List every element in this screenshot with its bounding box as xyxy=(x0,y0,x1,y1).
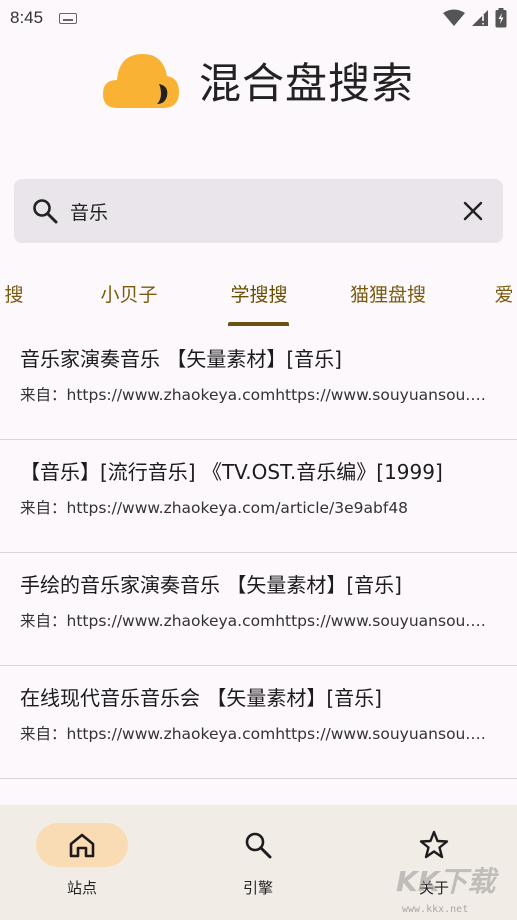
home-icon xyxy=(69,833,95,858)
watermark-logo: KK下载 xyxy=(396,865,496,898)
star-icon xyxy=(419,830,449,859)
search-icon xyxy=(33,199,58,224)
result-source: 来自：https://www.zhaokeya.comhttps://www.s… xyxy=(20,725,493,743)
app-header: 混合盘搜索 xyxy=(0,40,517,120)
battery-icon xyxy=(495,8,507,28)
keyboard-icon xyxy=(59,12,78,24)
watermark: KK下载 www.kkx.net xyxy=(396,860,514,918)
result-item[interactable]: 音乐家演奏音乐 【矢量素材】[音乐] 来自：https://www.zhaoke… xyxy=(0,327,517,440)
wifi-icon xyxy=(443,9,465,26)
app-title: 混合盘搜索 xyxy=(198,58,414,108)
result-title: 【音乐】[流行音乐] 《TV.OST.音乐编》[1999] xyxy=(20,460,443,484)
result-item[interactable]: 在线现代音乐音乐会 【矢量素材】[音乐] 来自：https://www.zhao… xyxy=(0,666,517,779)
search-icon xyxy=(245,832,272,859)
nav-label: 站点 xyxy=(66,879,97,897)
nav-pill xyxy=(36,823,128,867)
engine-tabs: 搜 小贝子 学搜搜 猫狸盘搜 爱 xyxy=(0,262,517,328)
watermark-url: www.kkx.net xyxy=(402,904,469,915)
cloud-logo-icon xyxy=(102,54,179,108)
status-time: 8:45 xyxy=(10,8,44,27)
search-input[interactable] xyxy=(70,200,461,222)
result-title: 在线现代音乐音乐会 【矢量素材】[音乐] xyxy=(20,686,382,710)
tab-souso[interactable]: 搜 xyxy=(0,262,34,324)
status-left: 8:45 xyxy=(10,8,78,28)
tab-xuesousou[interactable]: 学搜搜 xyxy=(220,262,298,324)
active-tab-indicator xyxy=(228,322,289,326)
search-bar[interactable] xyxy=(14,179,503,243)
result-title: 手绘的音乐家演奏音乐 【矢量素材】[音乐] xyxy=(20,573,402,597)
result-item[interactable]: 手绘的音乐家演奏音乐 【矢量素材】[音乐] 来自：https://www.zha… xyxy=(0,553,517,666)
result-source: 来自：https://www.zhaokeya.com/article/3e9a… xyxy=(20,499,409,517)
result-source: 来自：https://www.zhaokeya.comhttps://www.s… xyxy=(20,386,493,404)
status-bar: 8:45 xyxy=(0,0,517,36)
status-right xyxy=(443,8,507,28)
tab-maoli-pansou[interactable]: 猫狸盘搜 xyxy=(342,262,434,324)
nav-item-sites[interactable]: 站点 xyxy=(32,823,132,903)
nav-label: 引擎 xyxy=(242,879,273,897)
result-source: 来自：https://www.zhaokeya.comhttps://www.s… xyxy=(20,612,493,630)
close-icon[interactable] xyxy=(461,199,485,223)
result-title: 音乐家演奏音乐 【矢量素材】[音乐] xyxy=(20,347,342,371)
nav-item-engines[interactable]: 引擎 xyxy=(208,823,308,903)
tab-xiaobeizi[interactable]: 小贝子 xyxy=(90,262,168,324)
result-item[interactable]: 【音乐】[流行音乐] 《TV.OST.音乐编》[1999] 来自：https:/… xyxy=(0,440,517,553)
nav-pill xyxy=(212,823,304,867)
tab-ai[interactable]: 爱 xyxy=(484,262,517,324)
signal-icon xyxy=(472,10,488,26)
